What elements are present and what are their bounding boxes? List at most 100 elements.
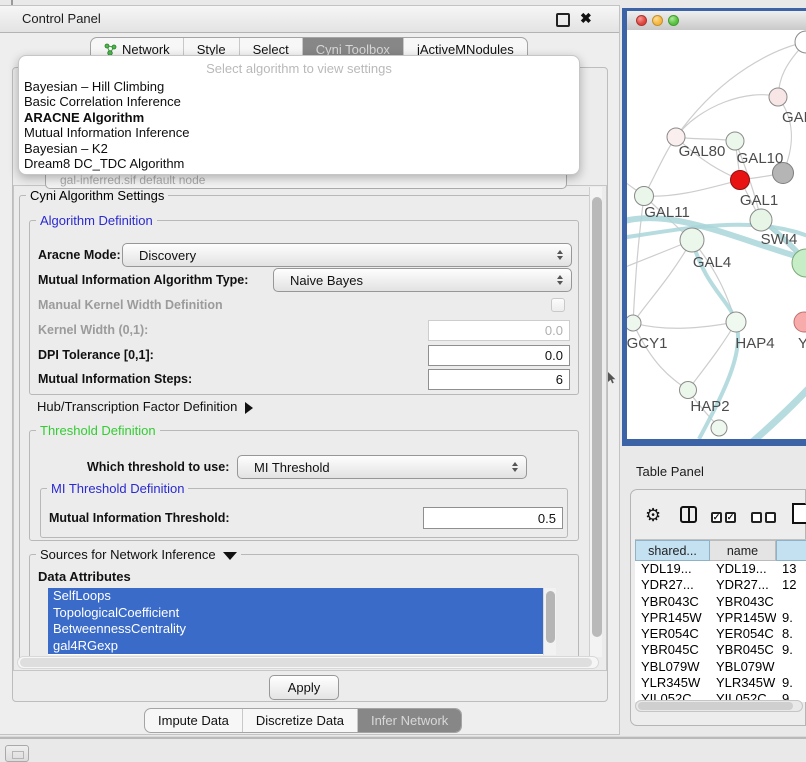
mi-threshold-label: Mutual Information Threshold:	[49, 511, 230, 525]
mi-steps-field[interactable]: 6	[428, 369, 570, 390]
hub-definition-expander[interactable]: Hub/Transcription Factor Definition	[37, 399, 253, 414]
table-hscrollbar-thumb[interactable]	[638, 702, 793, 710]
data-attributes-list[interactable]: SelfLoopsTopologicalCoefficientBetweenne…	[48, 588, 556, 655]
mi-threshold-field[interactable]: 0.5	[423, 507, 563, 529]
network-node[interactable]	[794, 312, 806, 332]
network-node[interactable]	[795, 31, 806, 53]
table-cell: YBR043C	[635, 594, 710, 610]
network-node-label: HAP2	[690, 398, 729, 415]
network-node[interactable]	[680, 382, 697, 399]
settings-hscrollbar-thumb[interactable]	[20, 658, 592, 667]
which-threshold-select[interactable]: MI Threshold	[237, 455, 527, 479]
unchecked-checkbox-icon[interactable]	[751, 512, 762, 523]
manual-kernel-label: Manual Kernel Width Definition	[38, 298, 223, 312]
table-row[interactable]: YER054CYER054C8.	[635, 626, 806, 642]
sources-group: Sources for Network Inference Data Attri…	[29, 554, 579, 666]
network-node[interactable]	[627, 315, 641, 331]
table-horizontal-scrollbar[interactable]	[635, 700, 803, 712]
algorithm-option[interactable]: Basic Correlation Inference	[19, 94, 579, 109]
bottom-divider	[0, 736, 806, 739]
network-node[interactable]	[726, 132, 744, 150]
table-cell: YPR145W	[710, 610, 776, 626]
network-node-label: GAL	[782, 109, 806, 126]
table-row[interactable]: YLR345WYLR345W9.	[635, 675, 806, 691]
network-node[interactable]	[769, 88, 787, 106]
network-canvas[interactable]: GALGAL80GAL10GAL1GAL11SWI4GAL4GCY1HAP4YH…	[627, 30, 806, 439]
table-row[interactable]: YPR145WYPR145W9.	[635, 610, 806, 626]
network-edge	[644, 137, 676, 196]
settings-vscrollbar-thumb[interactable]	[592, 197, 602, 637]
tab-infer-network[interactable]: Infer Network	[357, 709, 461, 732]
spinner-arrows-icon	[512, 462, 518, 472]
network-node[interactable]	[635, 187, 654, 206]
table-row[interactable]: YBR043CYBR043C	[635, 594, 806, 610]
algorithm-popup-placeholder: Select algorithm to view settings	[19, 58, 579, 79]
dpi-tolerance-field[interactable]: 0.0	[428, 345, 570, 366]
algorithm-option[interactable]: ARACNE Algorithm	[19, 110, 579, 125]
attributes-scrollbar-thumb[interactable]	[546, 591, 555, 643]
table-row[interactable]: YBL079WYBL079W	[635, 659, 806, 675]
close-icon[interactable]: ✖	[580, 10, 592, 27]
apply-button[interactable]: Apply	[269, 675, 339, 700]
table-row[interactable]: YDR27...YDR27...12	[635, 577, 806, 593]
unchecked-checkbox-icon[interactable]	[765, 512, 776, 523]
document-icon[interactable]	[792, 503, 806, 524]
table-row[interactable]: YDL19...YDL19...13	[635, 561, 806, 577]
network-node-label: GAL10	[737, 150, 784, 167]
kernel-width-field[interactable]: 0.0	[428, 320, 570, 341]
algorithm-option[interactable]: Mutual Information Inference	[19, 125, 579, 140]
split-columns-icon[interactable]	[680, 506, 697, 523]
spinner-arrows-icon	[557, 275, 563, 285]
table-cell: 9.	[776, 642, 806, 658]
attributes-scrollbar[interactable]	[543, 588, 556, 655]
mi-type-select[interactable]: Naive Bayes	[273, 268, 572, 292]
attribute-list-item[interactable]: gal4RGexp	[48, 638, 543, 655]
network-node[interactable]	[726, 312, 746, 332]
table-cell: YPR145W	[635, 610, 710, 626]
collapsed-panel-button[interactable]	[5, 745, 29, 762]
checked-checkbox-icon[interactable]: ✓	[711, 512, 722, 523]
attribute-list-item[interactable]: BetweennessCentrality	[48, 621, 543, 638]
table-row[interactable]: YBR045CYBR045C9.	[635, 642, 806, 658]
settings-horizontal-scrollbar[interactable]	[17, 656, 599, 669]
algorithm-option[interactable]: Bayesian – Hill Climbing	[19, 79, 579, 94]
algorithm-popup: Select algorithm to view settings Bayesi…	[18, 55, 580, 175]
network-node[interactable]	[750, 209, 772, 231]
table-cell: 9.	[776, 610, 806, 626]
expand-arrow-icon	[245, 402, 253, 414]
float-window-icon[interactable]	[556, 13, 570, 27]
mouse-cursor	[608, 371, 617, 389]
network-node-label: GCY1	[627, 335, 667, 352]
algorithm-option[interactable]: Dream8 DC_TDC Algorithm	[19, 156, 579, 171]
gear-icon[interactable]: ⚙	[645, 506, 661, 524]
table-cell: YLR345W	[710, 675, 776, 691]
table-cell: 12	[776, 577, 806, 593]
network-node-label: GAL11	[644, 204, 690, 221]
attribute-list-item[interactable]: TopologicalCoefficient	[48, 605, 543, 622]
zoom-traffic-light[interactable]	[668, 15, 679, 26]
table-cell: YDL19...	[710, 561, 776, 577]
column-header-extra[interactable]	[776, 540, 806, 561]
network-view-window: GALGAL80GAL10GAL1GAL11SWI4GAL4GCY1HAP4YH…	[622, 8, 806, 446]
network-node[interactable]	[680, 228, 704, 252]
attribute-list-item[interactable]: SelfLoops	[48, 588, 543, 605]
mi-type-value: Naive Bayes	[290, 273, 363, 288]
sources-group-title[interactable]: Sources for Network Inference	[36, 547, 241, 562]
tab-discretize-data[interactable]: Discretize Data	[242, 709, 357, 732]
tab-impute-data[interactable]: Impute Data	[145, 709, 242, 732]
algorithm-option[interactable]: Bayesian – K2	[19, 141, 579, 156]
node-table: shared... name YDL19...YDL19...13YDR27..…	[635, 539, 806, 702]
column-header-shared[interactable]: shared...	[635, 540, 710, 561]
minimize-traffic-light[interactable]	[652, 15, 663, 26]
checked-checkbox-icon[interactable]: ✓	[725, 512, 736, 523]
column-header-name[interactable]: name	[710, 540, 776, 561]
close-traffic-light[interactable]	[636, 15, 647, 26]
tab-label: Discretize Data	[256, 713, 344, 728]
table-cell: YBR045C	[710, 642, 776, 658]
network-node[interactable]	[731, 171, 750, 190]
manual-kernel-checkbox[interactable]	[551, 298, 565, 312]
network-window-titlebar[interactable]	[627, 11, 806, 31]
network-node[interactable]	[711, 420, 727, 436]
aracne-mode-select[interactable]: Discovery	[122, 243, 572, 267]
settings-vertical-scrollbar[interactable]	[589, 187, 602, 657]
